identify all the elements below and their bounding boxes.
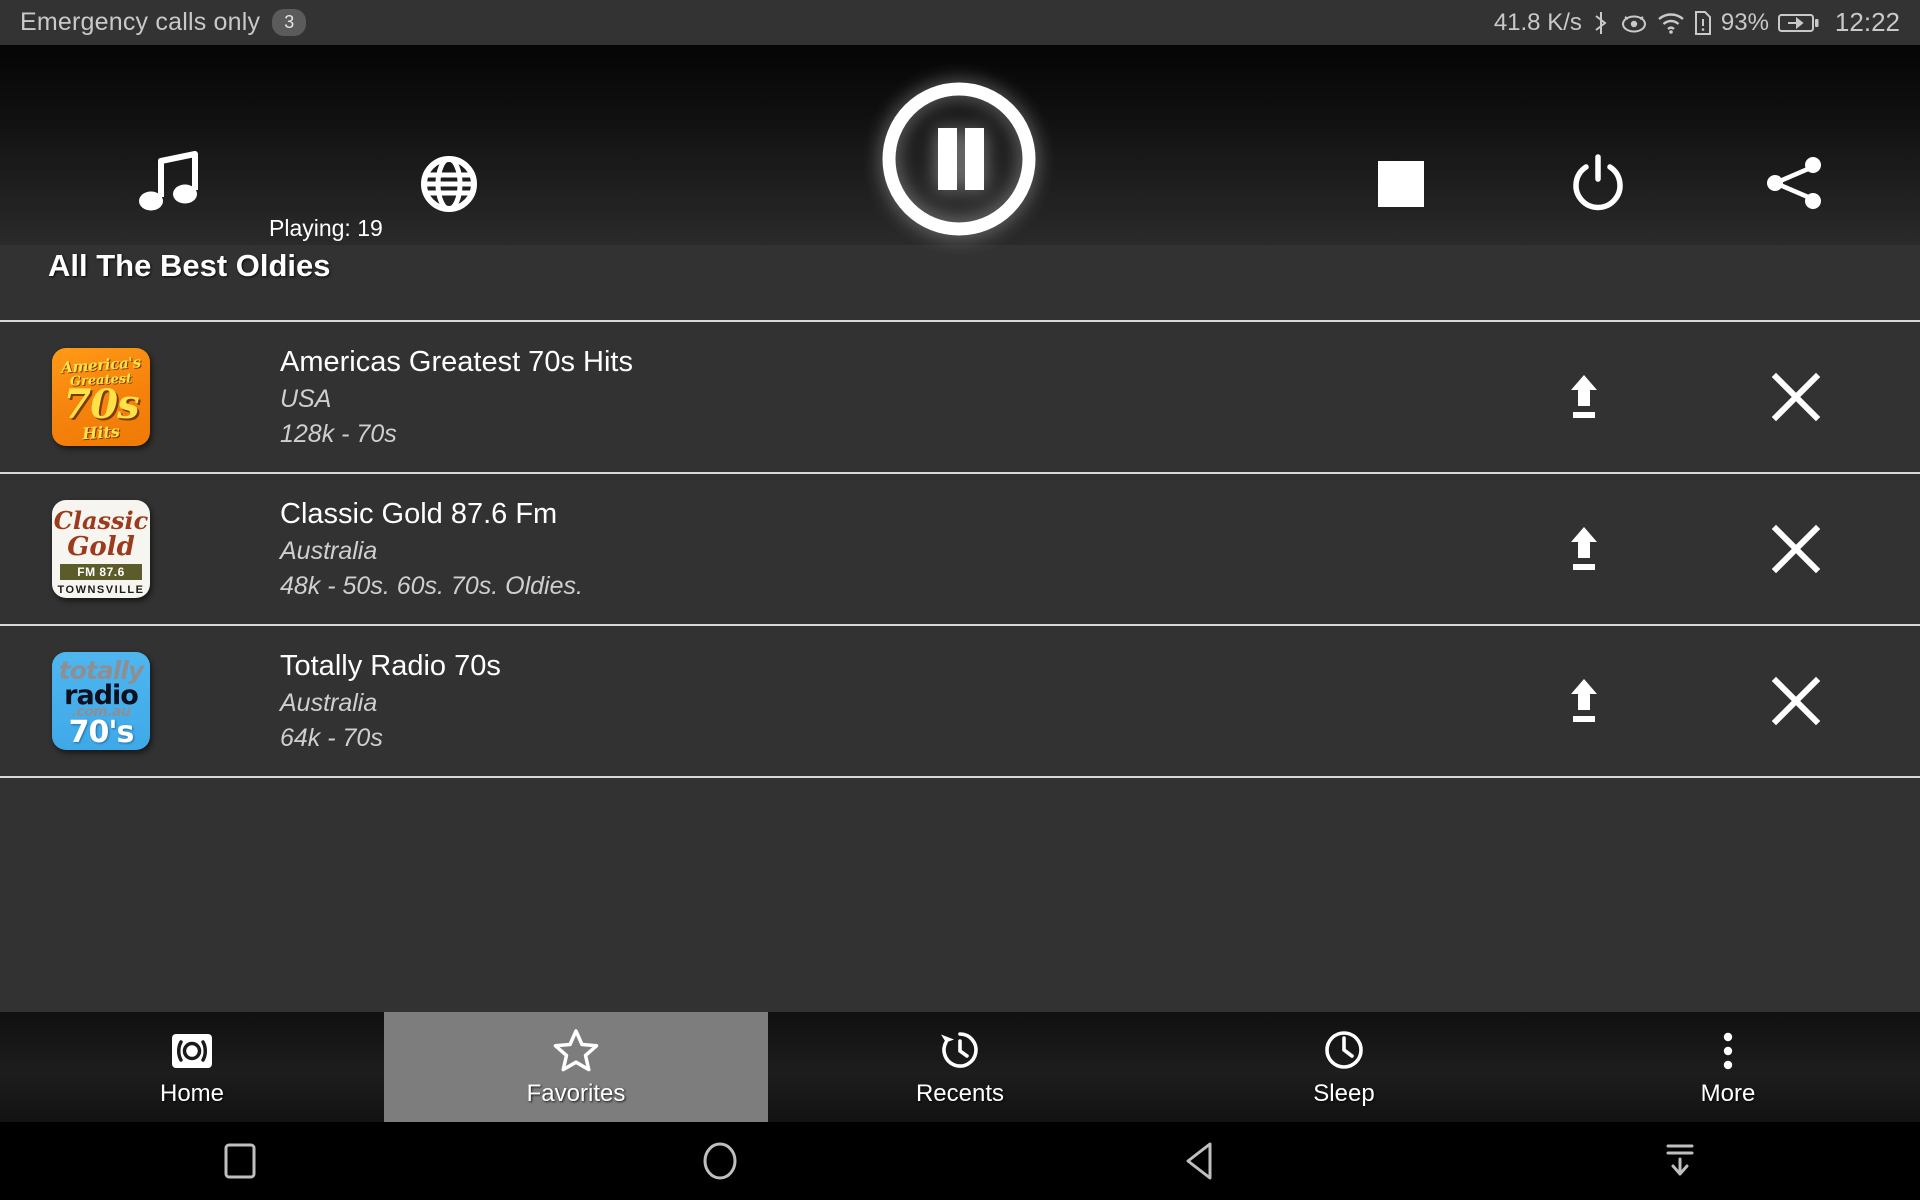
back-triangle-icon[interactable] [960,1140,1440,1182]
station-logo: Classic Gold FM 87.6 TOWNSVILLE [52,500,150,598]
station-info: Totally Radio 70s Australia 64k - 70s [280,650,501,753]
status-bar-right: 41.8 K/s 93% 12:22 [1494,7,1900,38]
remove-icon[interactable] [1748,653,1844,749]
station-country: Australia [280,688,378,717]
globe-icon[interactable] [418,153,480,215]
station-list: America's Greatest 70s Hits Americas Gre… [0,320,1920,778]
battery-percent-label: 93% [1720,8,1769,36]
tab-favorites-label: Favorites [526,1080,626,1107]
row-actions [1536,626,1920,776]
hide-keyboard-icon[interactable] [1440,1140,1920,1182]
station-info: Classic Gold 87.6 Fm Australia 48k - 50s… [280,498,583,601]
logo-line-2: Gold [67,532,135,562]
station-name: Americas Greatest 70s Hits [280,345,633,378]
tab-more[interactable]: More [1536,1012,1920,1122]
eye-icon [1620,12,1648,34]
tab-favorites[interactable]: Favorites [384,1012,768,1122]
notification-count-badge: 3 [272,9,307,36]
player-toolbar: Playing: 19 [0,45,1920,245]
clock-label: 12:22 [1834,7,1900,37]
tab-home[interactable]: Home [0,1012,384,1122]
station-name: Classic Gold 87.6 Fm [280,497,558,530]
move-to-top-icon[interactable] [1536,653,1632,749]
logo-line-1: Classic [53,506,149,535]
wifi-icon [1657,11,1685,35]
tab-sleep[interactable]: Sleep [1152,1012,1536,1122]
station-meta: 128k - 70s [280,419,397,448]
table-row[interactable]: Classic Gold FM 87.6 TOWNSVILLE Classic … [0,474,1920,624]
app-screen: Emergency calls only 3 41.8 K/s 93% 12:2… [0,0,1920,1200]
row-actions [1536,474,1920,624]
bottom-tab-bar: Home Favorites Recents Sleep More [0,1012,1920,1122]
network-speed-label: 41.8 K/s [1493,8,1582,36]
power-icon[interactable] [1565,150,1631,216]
table-row[interactable]: totally radio .com.au 70's Totally Radio… [0,626,1920,776]
tab-recents-label: Recents [915,1080,1005,1107]
tab-home-label: Home [159,1080,225,1107]
carrier-label: Emergency calls only [20,8,261,36]
music-note-icon[interactable] [135,150,205,220]
play-pause-button[interactable] [873,73,1045,245]
table-row[interactable]: America's Greatest 70s Hits Americas Gre… [0,322,1920,472]
move-to-top-icon[interactable] [1536,349,1632,445]
overflow-icon [1720,1026,1736,1072]
clock-icon [1321,1026,1367,1072]
station-name: Totally Radio 70s [280,649,501,682]
row-actions [1536,322,1920,472]
star-icon [553,1026,599,1072]
stop-icon[interactable] [1370,153,1432,215]
status-bar-left: Emergency calls only 3 [20,8,307,37]
remove-icon[interactable] [1748,349,1844,445]
station-meta: 48k - 50s. 60s. 70s. Oldies. [280,571,583,600]
list-divider [0,776,1920,778]
broadcast-icon [170,1026,214,1072]
remove-icon[interactable] [1748,501,1844,597]
recents-square-icon[interactable] [0,1141,480,1181]
playing-count-label: Playing: 19 [269,215,383,241]
history-icon [937,1026,983,1072]
android-status-bar: Emergency calls only 3 41.8 K/s 93% 12:2… [0,0,1920,45]
tab-more-label: More [1700,1080,1756,1107]
home-circle-icon[interactable] [480,1140,960,1182]
share-icon[interactable] [1762,150,1828,216]
station-info: Americas Greatest 70s Hits USA 128k - 70… [280,346,633,449]
tab-recents[interactable]: Recents [768,1012,1152,1122]
station-country: USA [280,384,332,413]
sim-alert-icon [1694,10,1712,36]
station-logo: totally radio .com.au 70's [52,652,150,750]
battery-charging-icon [1777,12,1820,34]
page-title: All The Best Oldies [48,248,331,283]
move-to-top-icon[interactable] [1536,501,1632,597]
logo-line-4: TOWNSVILLE [57,584,145,596]
logo-line-4: 70's [68,715,135,750]
station-meta: 64k - 70s [280,723,383,752]
tab-sleep-label: Sleep [1313,1080,1375,1107]
station-country: Australia [280,536,378,565]
logo-line-3: FM 87.6 [60,564,142,580]
station-logo: America's Greatest 70s Hits [52,348,150,446]
android-nav-bar [0,1122,1920,1200]
bluetooth-icon [1591,10,1611,36]
